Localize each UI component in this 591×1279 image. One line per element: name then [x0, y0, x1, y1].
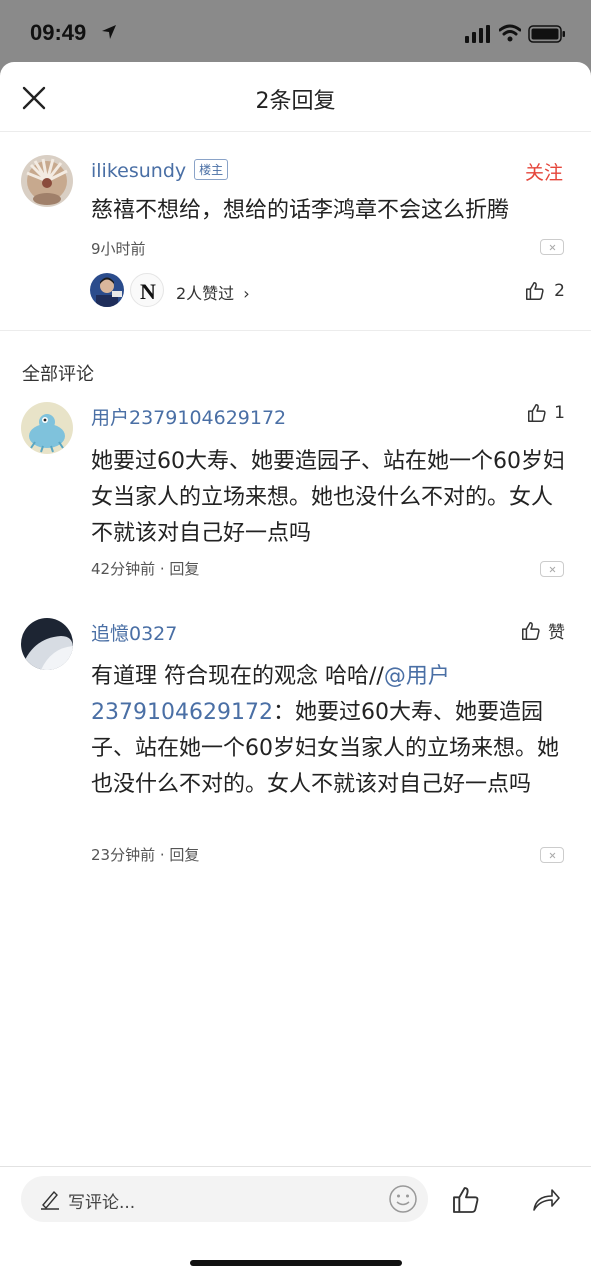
pen-icon: [41, 1190, 59, 1210]
comment-avatar[interactable]: [21, 618, 73, 670]
comment-input-placeholder: 写评论...: [68, 1193, 136, 1213]
main-post-time: 9小时前: [91, 240, 146, 258]
wifi-icon: [499, 24, 521, 42]
main-post-text: 慈禧不想给，想给的话李鸿章不会这么折腾: [91, 198, 510, 223]
bottom-action-bar: 写评论...: [0, 1166, 591, 1279]
thumbs-up-icon: [522, 621, 540, 640]
sheet-title: 2条回复: [255, 89, 336, 114]
comment-meta[interactable]: 42分钟前 · 回复: [91, 558, 199, 579]
comment-input[interactable]: 写评论...: [21, 1176, 428, 1222]
liker-avatar[interactable]: N: [130, 273, 164, 307]
comment-text: 她要过60大寿、她要造园子、站在她一个60岁妇女当家人的立场来想。她也没什么不对…: [91, 449, 565, 546]
thumbs-up-icon[interactable]: [450, 1184, 482, 1216]
section-label-all-comments: 全部评论: [22, 364, 94, 385]
host-badge: 楼主: [194, 159, 229, 180]
dismiss-icon[interactable]: [540, 847, 564, 863]
likers-link[interactable]: 2人赞过 ›: [176, 280, 250, 304]
thumbs-up-icon: [528, 404, 546, 422]
comment-like-count: 1: [554, 403, 565, 423]
comment-text: 有道理 符合现在的观念 哈哈//@用户2379104629172：她要过60大寿…: [91, 664, 559, 797]
main-post-avatar[interactable]: [21, 155, 73, 207]
cellular-signal-icon: [465, 25, 490, 43]
comment-username[interactable]: 用户2379104629172: [91, 403, 286, 430]
main-post-like-button[interactable]: 2: [524, 280, 565, 302]
battery-icon: [528, 25, 565, 43]
emoji-icon[interactable]: [388, 1184, 418, 1214]
main-post: ilikesundy 楼主 关注 慈禧不想给，想给的话李鸿章不会这么折腾 9小时前…: [0, 132, 591, 331]
share-icon[interactable]: [530, 1184, 562, 1216]
comment-username[interactable]: 追憶0327: [91, 619, 177, 646]
location-arrow-icon: [102, 25, 116, 39]
main-post-like-count: 2: [554, 281, 565, 301]
home-indicator: [190, 1260, 402, 1266]
main-post-username[interactable]: ilikesundy 楼主: [91, 159, 229, 182]
status-bar: 09:49: [0, 0, 591, 62]
comment-like-button[interactable]: 1: [526, 402, 565, 424]
status-time: 09:49: [30, 20, 87, 45]
dismiss-icon[interactable]: [540, 561, 564, 577]
liker-initial: N: [140, 279, 156, 304]
comment-meta[interactable]: 23分钟前 · 回复: [91, 844, 199, 865]
thumbs-up-icon: [526, 282, 544, 300]
sheet-header: 2条回复: [0, 62, 591, 132]
follow-button[interactable]: 关注: [525, 158, 563, 185]
comment-like-label: 赞: [548, 623, 565, 643]
comment-like-button[interactable]: 赞: [520, 618, 565, 643]
chevron-right-icon: ›: [243, 284, 250, 303]
replies-sheet: 2条回复 ilikesundy 楼主 关注 慈禧不想给，想给的话李鸿章不会这么折腾…: [0, 62, 591, 1279]
comment-avatar[interactable]: [21, 402, 73, 454]
dismiss-icon[interactable]: [540, 239, 564, 255]
liker-avatar[interactable]: [90, 273, 124, 307]
